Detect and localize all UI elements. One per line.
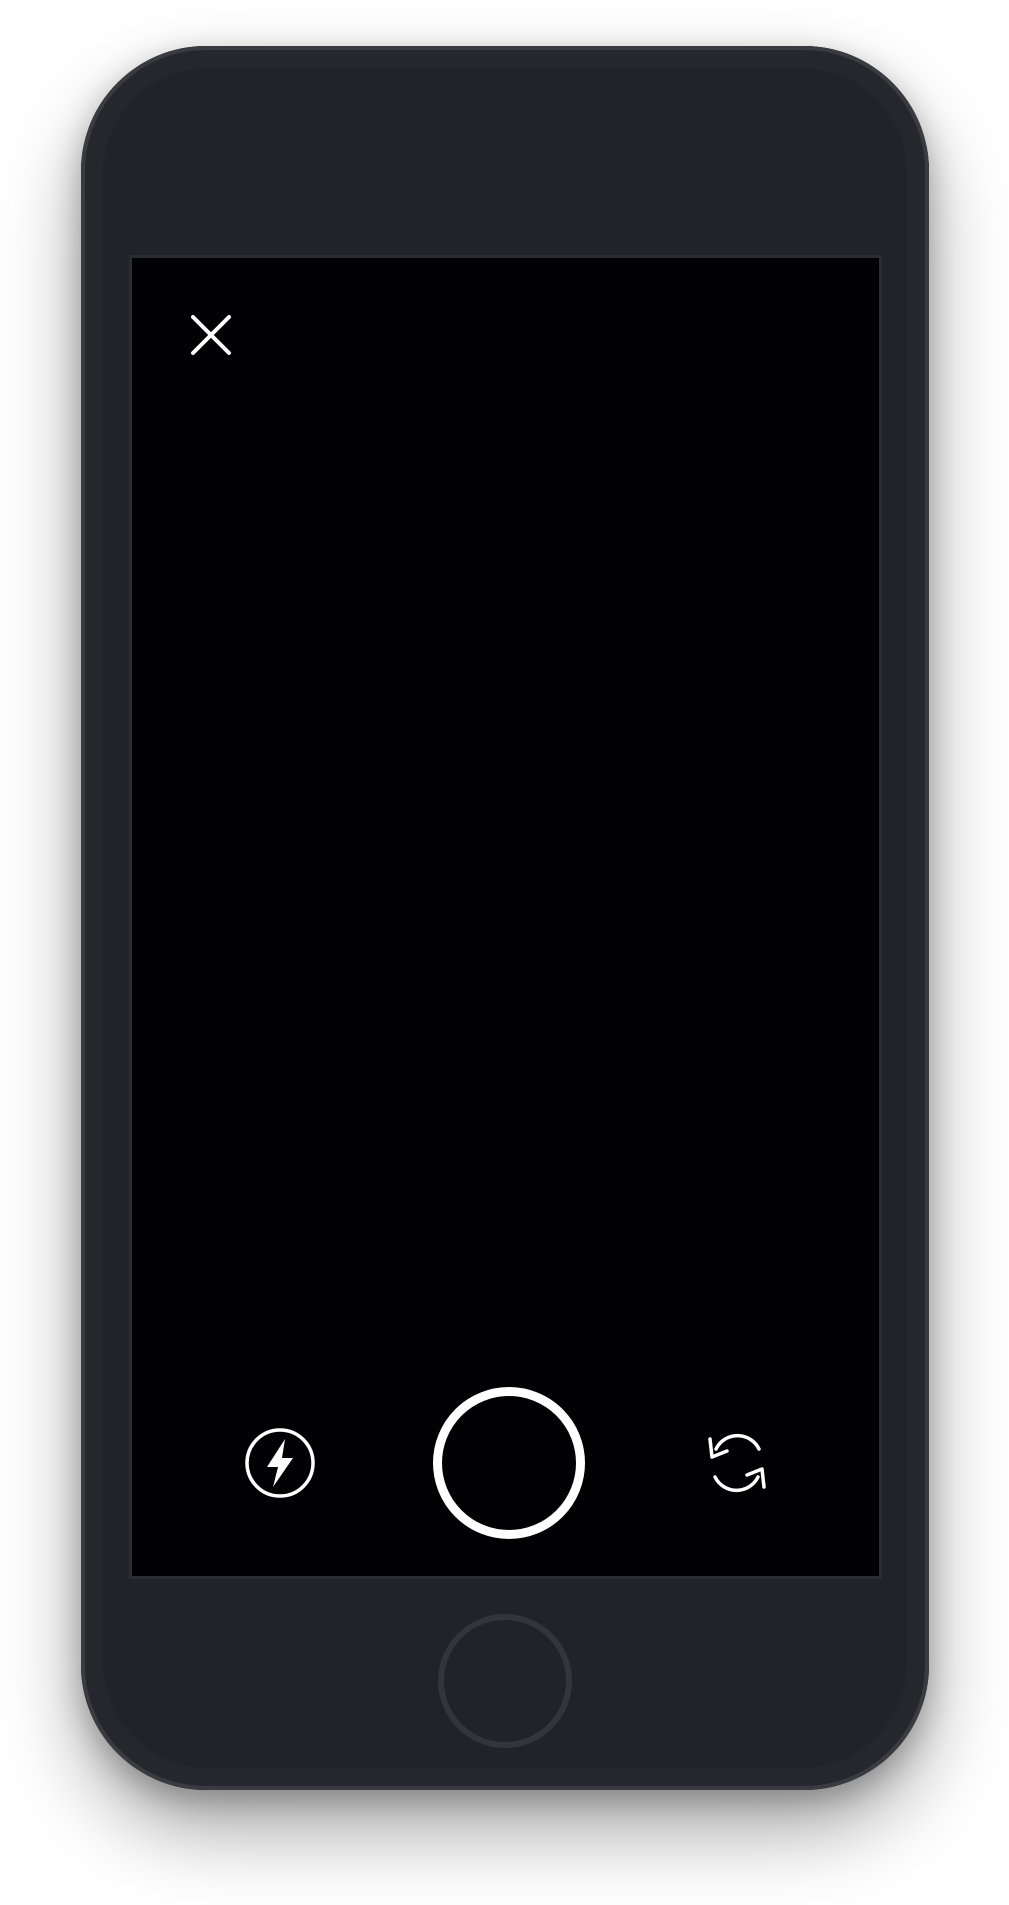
close-icon: [191, 315, 231, 355]
switch-camera-button[interactable]: [699, 1427, 775, 1499]
switch-camera-icon: [708, 1433, 766, 1493]
close-button[interactable]: [187, 311, 235, 359]
stage: [0, 0, 1009, 1905]
shutter-button[interactable]: [433, 1387, 585, 1539]
phone-frame: [81, 46, 929, 1790]
flash-button[interactable]: [244, 1427, 316, 1499]
flash-icon: [245, 1428, 315, 1498]
camera-viewfinder[interactable]: [129, 255, 882, 1579]
camera-controls: [132, 1381, 879, 1541]
home-button[interactable]: [438, 1614, 572, 1748]
